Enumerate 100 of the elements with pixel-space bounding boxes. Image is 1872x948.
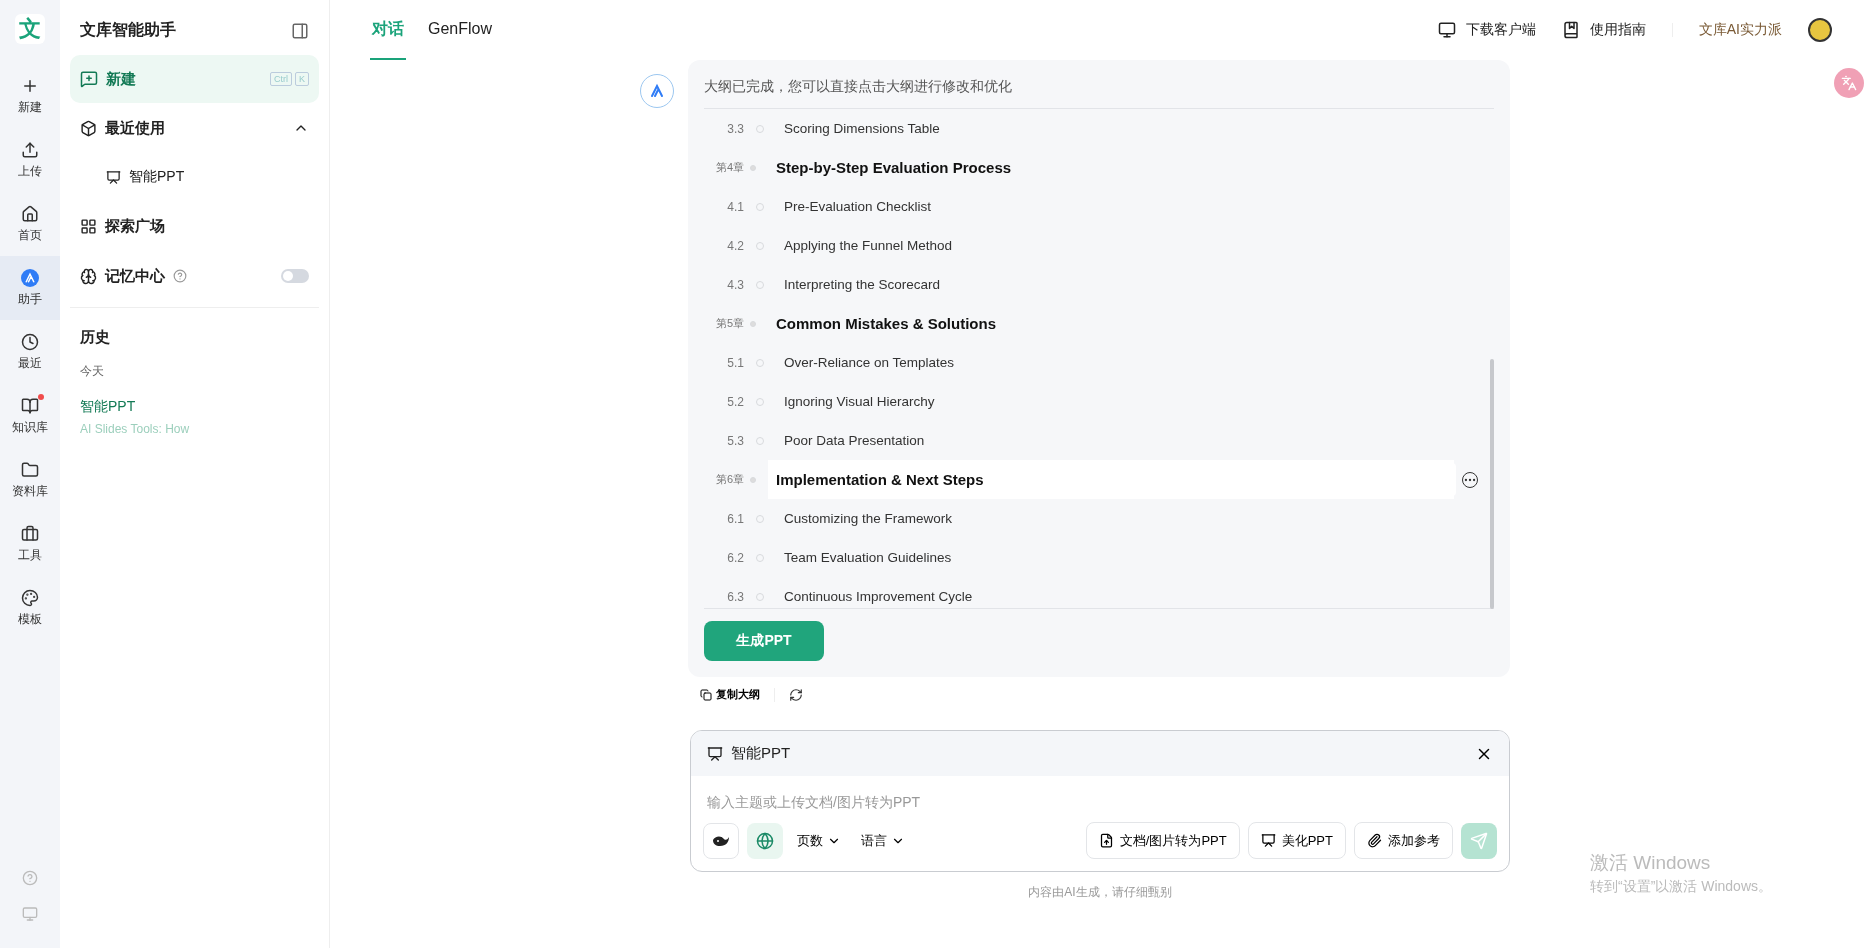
section-title: Over-Reliance on Templates [783,354,956,372]
dropdown[interactable]: 语言 [855,831,911,850]
ppt-icon [1260,833,1276,848]
section-number: 5.3 [726,433,744,448]
book-icon [21,396,39,415]
history-item[interactable]: 智能PPT AI Slides Tools: How [70,398,200,436]
section-number: 6.2 [726,550,744,565]
send-icon [1470,831,1488,850]
outline-row[interactable]: 第5章 Common Mistakes & Solutions [704,304,1478,343]
section-number: 4.2 [726,238,744,253]
section-number: 6.3 [726,589,744,604]
promo-link[interactable]: 文库AI实力派 [1698,21,1782,39]
message-text: 大纲已完成，您可以直接点击大纲进行修改和优化 [704,72,1494,109]
outline-row[interactable]: 5.2 Ignoring Visual Hierarchy [704,382,1478,421]
section-title: Pre-Evaluation Checklist [783,198,933,216]
refresh-icon [789,687,803,702]
copy-icon [700,688,712,701]
recent-section-header[interactable]: 最近使用 [70,103,319,153]
clock-icon [21,332,39,351]
recent-item[interactable]: 智能PPT [70,153,319,201]
chapter-number: 第6章 [714,472,744,487]
globe-icon [756,831,774,850]
explore-item[interactable]: 探索广场 [70,201,319,251]
rail-item[interactable]: 模板 [0,576,60,640]
section-number: 3.3 [726,121,744,136]
composer-mode-label: 智能PPT [731,744,791,763]
rail-item[interactable]: 工具 [0,512,60,576]
outline-row[interactable]: 6.1 Customizing the Framework [704,499,1478,538]
action-button[interactable]: 文档/图片转为PPT [1085,822,1240,859]
activation-text: 转到“设置”以激活 Windows。 [1590,878,1772,896]
rail-item[interactable]: 助手 [0,256,60,320]
refresh-button[interactable] [789,687,803,702]
web-search-button[interactable] [747,822,783,859]
section-title: Poor Data Presentation [783,432,926,450]
section-number: 5.1 [726,355,744,370]
app-title: 文库智能助手 [80,20,176,40]
section-title: Scoring Dimensions Table [783,120,941,138]
outline-row[interactable]: 3.3 Scoring Dimensions Table [704,109,1478,148]
rail-item[interactable]: 上传 [0,128,60,192]
copy-outline-button[interactable]: 复制大纲 [700,687,760,702]
ppt-icon [106,169,121,185]
timeline-node-icon [750,476,756,483]
section-title: Applying the Funnel Method [783,237,954,255]
new-chat-button[interactable]: 新建 Ctrl K [70,55,319,103]
chapter-number: 第4章 [714,160,744,175]
disclaimer-text: 内容由AI生成，请仔细甄别 [1027,884,1173,901]
sidebar-toggle-icon[interactable] [291,21,309,40]
header-link[interactable]: 下载客户端 [1437,21,1536,39]
book-icon [1561,21,1580,39]
outline-row[interactable]: 6.3 Continuous Improvement Cycle [704,577,1478,616]
help-icon[interactable] [173,269,187,283]
outline-row[interactable]: 4.3 Interpreting the Scorecard [704,265,1478,304]
outline-row[interactable]: 4.2 Applying the Funnel Method [704,226,1478,265]
rail-item[interactable]: 最近 [0,320,60,384]
scrollbar-thumb[interactable] [1490,359,1494,609]
history-group-label: 今天 [79,363,105,380]
dropdown[interactable]: 页数 [791,831,847,850]
section-number: 4.1 [726,199,744,214]
grid-icon [80,217,97,235]
timeline-node-icon [750,164,756,171]
section-number: 5.2 [726,394,744,409]
folder-icon [21,460,39,479]
paperclip-icon [1367,833,1382,848]
section-number: 4.3 [726,277,744,292]
ppt-icon [707,745,723,762]
rail-item[interactable]: 资料库 [0,448,60,512]
rail-item[interactable]: 新建 [0,64,60,128]
file-upload-icon [1098,833,1114,848]
section-title: Continuous Improvement Cycle [783,588,974,606]
chapter-title: Step-by-Step Evaluation Process [775,158,1013,178]
tab[interactable]: GenFlow [426,0,495,60]
action-button[interactable]: 添加参考 [1354,822,1453,859]
header-link[interactable]: 使用指南 [1561,21,1646,39]
chapter-number: 第5章 [714,316,744,331]
section-title: Team Evaluation Guidelines [783,549,953,567]
action-button[interactable]: 美化PPT [1247,822,1346,859]
outline-row[interactable]: 4.1 Pre-Evaluation Checklist [704,187,1478,226]
assistant-avatar-icon [640,74,674,108]
outline-row[interactable]: 5.3 Poor Data Presentation [704,421,1478,460]
shortcut-key: K [295,72,309,86]
user-avatar[interactable] [1808,18,1832,42]
rail-item[interactable]: 知识库 [0,384,60,448]
history-heading: 历史 [79,327,111,347]
cube-icon [80,119,97,137]
prompt-field[interactable]: 智能PPT 输入主题或上传文档/图片转为PPT 页数 语言 文档/图片转为PPT 美化PPT 添加参考 [690,730,1510,872]
outline-row[interactable]: 6.2 Team Evaluation Guidelines [704,538,1478,577]
upload-icon [21,140,39,159]
briefcase-icon [21,524,39,543]
memory-toggle[interactable] [281,269,309,283]
model-button[interactable] [703,822,739,859]
section-title: Customizing the Framework [783,510,954,528]
rail-item[interactable]: 首页 [0,192,60,256]
palette-icon [21,588,39,607]
outline-row[interactable]: 5.1 Over-Reliance on Templates [704,343,1478,382]
section-title: Interpreting the Scorecard [783,276,942,294]
chapter-title: Common Mistakes & Solutions [775,314,998,334]
chat-plus-icon [80,70,98,88]
timeline-node-icon [750,320,756,327]
home-icon [21,204,39,223]
outline-row[interactable]: 第4章 Step-by-Step Evaluation Process [704,148,1478,187]
